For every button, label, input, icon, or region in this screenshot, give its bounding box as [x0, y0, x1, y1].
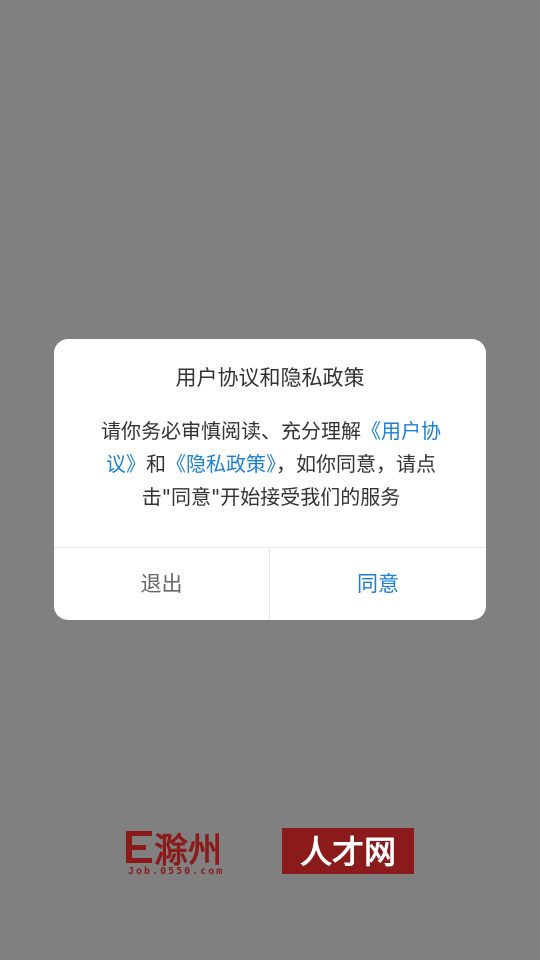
dialog-message: 请你务必审慎阅读、充分理解《用户协议》和《隐私政策》，如你同意，请点击"同意"开…	[92, 415, 450, 514]
message-prefix: 请你务必审慎阅读、充分理解	[101, 419, 361, 443]
logo-main-text: 滁州	[154, 831, 222, 871]
agree-button[interactable]: 同意	[270, 548, 486, 620]
dialog-title: 用户协议和隐私政策	[175, 366, 365, 390]
privacy-policy-link[interactable]: 《隐私政策》	[166, 452, 276, 476]
privacy-dialog: 用户协议和隐私政策 请你务必审慎阅读、充分理解《用户协议》和《隐私政策》，如你同…	[54, 339, 486, 620]
logo-sub-text: 人才网	[300, 833, 396, 871]
logo-mark-icon	[126, 831, 152, 863]
exit-button[interactable]: 退出	[54, 548, 269, 620]
logo-url-text: Job.0550.com	[128, 866, 224, 876]
app-screen: 用户协议和隐私政策 请你务必审慎阅读、充分理解《用户协议》和《隐私政策》，如你同…	[0, 0, 540, 960]
chuzhou-job-logo: 滁州 Job.0550.com 人才网	[126, 828, 414, 876]
message-and: 和	[146, 452, 166, 476]
